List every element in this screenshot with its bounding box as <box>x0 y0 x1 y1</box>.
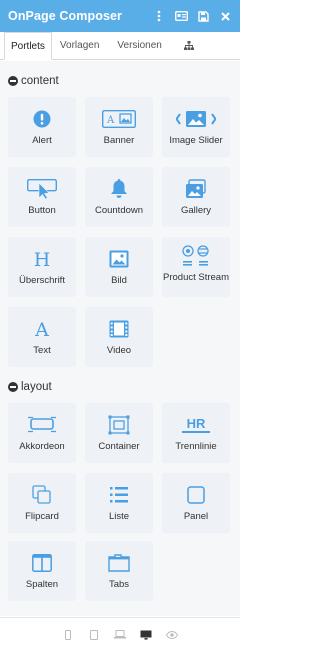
sitemap-icon <box>183 41 194 50</box>
portlet-button[interactable]: Button <box>8 167 76 227</box>
panel-icon <box>187 486 205 504</box>
tab-bar: Portlets Vorlagen Versionen <box>0 32 240 60</box>
portlet-label: Panel <box>183 511 209 522</box>
accordion-icon <box>28 416 56 433</box>
list-icon <box>110 487 128 503</box>
product-stream-icon <box>182 245 209 266</box>
composer-header: OnPage Composer <box>0 0 240 32</box>
portlet-label: Countdown <box>94 205 144 216</box>
portlet-product-stream[interactable]: Product Stream <box>162 237 230 297</box>
card-icon[interactable] <box>170 0 192 32</box>
portlet-alert[interactable]: Alert <box>8 97 76 157</box>
section-header-content[interactable]: content <box>8 75 59 87</box>
portlet-container[interactable]: Container <box>85 403 153 463</box>
more-vertical-icon[interactable] <box>148 0 170 32</box>
image-slider-icon <box>176 111 216 127</box>
svg-text:H: H <box>34 249 51 269</box>
close-icon[interactable] <box>214 0 236 32</box>
portlet-label: Alert <box>32 135 52 146</box>
desktop-icon[interactable] <box>138 627 154 643</box>
alert-icon <box>33 110 51 128</box>
container-icon <box>108 415 130 435</box>
portlet-label: Spalten <box>25 579 59 590</box>
portlet-label: Liste <box>108 511 130 522</box>
portlet-label: Bild <box>111 275 127 286</box>
portlet-accordion[interactable]: Akkordeon <box>8 403 76 463</box>
portlet-label: Image Slider <box>169 135 223 146</box>
portlet-label: Flipcard <box>25 511 59 522</box>
save-icon[interactable] <box>192 0 214 32</box>
portlet-label: Product Stream <box>163 272 229 283</box>
tablet-icon[interactable] <box>86 627 102 643</box>
portlet-label: Button <box>28 205 56 216</box>
portlet-label: Container <box>98 441 140 452</box>
portlet-label: Trennlinie <box>175 441 217 452</box>
portlet-label: Akkordeon <box>19 441 65 452</box>
svg-text:A: A <box>106 115 115 126</box>
gallery-icon <box>186 179 206 198</box>
device-preview-bar <box>0 617 240 651</box>
portlet-tabs[interactable]: Tabs <box>85 541 153 601</box>
portlet-label: Gallery <box>180 205 212 216</box>
portlet-label: Video <box>106 345 132 356</box>
banner-icon: A <box>102 110 136 128</box>
portlet-banner[interactable]: A Banner <box>85 97 153 157</box>
portlet-list[interactable]: Liste <box>85 473 153 533</box>
eye-icon[interactable] <box>164 627 180 643</box>
laptop-icon[interactable] <box>112 627 128 643</box>
portlet-label: Überschrift <box>19 275 65 286</box>
hr-icon: HR <box>182 416 210 433</box>
bell-icon <box>111 179 127 198</box>
section-header-layout[interactable]: layout <box>8 381 52 393</box>
button-icon <box>27 179 57 199</box>
portlet-label: Banner <box>103 135 135 146</box>
section-title: content <box>21 75 59 87</box>
portlet-image-slider[interactable]: Image Slider <box>162 97 230 157</box>
flipcard-icon <box>32 485 51 504</box>
portlet-video[interactable]: Video <box>85 307 153 367</box>
columns-icon <box>32 554 52 572</box>
portlet-label: Text <box>33 345 51 356</box>
portlet-panel[interactable]: Panel <box>162 473 230 533</box>
heading-icon: H <box>34 249 51 269</box>
portlet-list: content Alert A Banner Image Slider Butt… <box>0 61 240 616</box>
section-title: layout <box>21 381 52 393</box>
tab-portlets[interactable]: Portlets <box>4 32 52 60</box>
video-icon <box>109 320 129 338</box>
phone-icon[interactable] <box>60 627 76 643</box>
portlet-label: Tabs <box>108 579 130 590</box>
tab-vorlagen[interactable]: Vorlagen <box>54 32 105 59</box>
portlet-image[interactable]: Bild <box>85 237 153 297</box>
portlet-gallery[interactable]: Gallery <box>162 167 230 227</box>
collapse-icon <box>8 76 18 86</box>
text-icon: A <box>34 319 49 339</box>
tab-structure[interactable] <box>174 32 204 59</box>
collapse-icon <box>8 382 18 392</box>
tabs-icon <box>108 554 130 572</box>
svg-text:HR: HR <box>187 416 206 431</box>
portlet-divider[interactable]: HR Trennlinie <box>162 403 230 463</box>
portlet-countdown[interactable]: Countdown <box>85 167 153 227</box>
portlet-heading[interactable]: H Überschrift <box>8 237 76 297</box>
portlet-text[interactable]: A Text <box>8 307 76 367</box>
image-icon <box>109 250 129 268</box>
app-title: OnPage Composer <box>8 9 123 23</box>
tab-versionen[interactable]: Versionen <box>111 32 167 59</box>
portlet-flipcard[interactable]: Flipcard <box>8 473 76 533</box>
svg-text:A: A <box>34 319 49 339</box>
portlet-columns[interactable]: Spalten <box>8 541 76 601</box>
